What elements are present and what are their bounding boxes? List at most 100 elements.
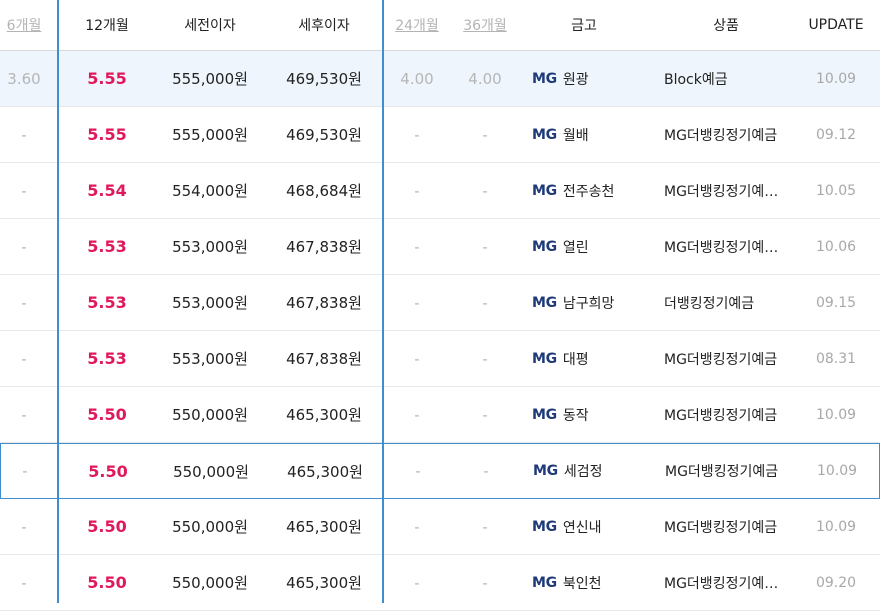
mg-logo-icon: MG — [532, 126, 557, 143]
bank-cell[interactable]: MG 원광 — [522, 51, 646, 106]
product-name[interactable]: MG더뱅킹정기예금 — [646, 331, 792, 386]
rate-24-months: - — [414, 125, 420, 144]
rate-24-months: 4.00 — [400, 69, 434, 88]
aftertax-interest: 465,300원 — [286, 574, 362, 592]
product-name[interactable]: MG더뱅킹정기예… — [646, 555, 792, 610]
rate-36-months: - — [482, 405, 488, 424]
aftertax-interest: 467,838원 — [286, 294, 362, 312]
mg-logo-icon: MG — [532, 518, 557, 535]
bank-name: 월배 — [562, 127, 589, 144]
mg-logo-icon: MG — [532, 294, 557, 311]
pretax-interest: 555,000원 — [172, 126, 248, 144]
bank-name: 열린 — [562, 239, 589, 256]
update-date: 09.20 — [815, 574, 857, 591]
rate-24-months: - — [414, 405, 420, 424]
table-row[interactable]: 3.60 5.55 555,000원 469,530원 4.00 4.00 MG 원광 Bloc… — [0, 51, 880, 107]
rate-36-months: - — [483, 462, 489, 480]
selected-column-left-border — [57, 0, 59, 603]
bank-cell[interactable]: MG 대평 — [522, 331, 646, 386]
bank-cell[interactable]: MG 월배 — [522, 107, 646, 162]
product-name[interactable]: MG더뱅킹정기예금 — [646, 499, 792, 554]
rate-36-months: - — [482, 125, 488, 144]
rate-12-months: 5.55 — [87, 125, 127, 144]
rate-24-months: - — [414, 293, 420, 312]
product-name[interactable]: MG더뱅킹정기예금 — [646, 387, 792, 442]
rate-12-months: 5.50 — [87, 405, 127, 424]
product-name[interactable]: MG더뱅킹정기예금 — [646, 107, 792, 162]
update-date: 09.12 — [815, 126, 857, 143]
bank-cell[interactable]: MG 북인천 — [522, 555, 646, 610]
bank-cell[interactable]: MG 연신내 — [522, 499, 646, 554]
bank-name: 북인천 — [562, 575, 602, 592]
table-row[interactable]: - 5.53 553,000원 467,838원 - - MG 열린 MG더뱅킹정기예… 10.0… — [0, 219, 880, 275]
header-6-months[interactable]: 6개월 — [0, 0, 48, 50]
bank-name: 대평 — [562, 351, 589, 368]
rate-12-months: 5.55 — [87, 69, 127, 88]
rate-6-months: - — [22, 462, 28, 480]
header-36-months[interactable]: 36개월 — [450, 0, 520, 50]
product-name[interactable]: MG더뱅킹정기예금 — [647, 444, 793, 498]
aftertax-interest: 465,300원 — [286, 406, 362, 424]
mg-logo-icon: MG — [532, 182, 557, 199]
header-12-months[interactable]: 12개월 — [59, 0, 155, 50]
aftertax-interest: 469,530원 — [286, 126, 362, 144]
update-date: 10.09 — [815, 70, 857, 87]
bank-cell[interactable]: MG 세검정 — [523, 444, 647, 498]
product-name[interactable]: MG더뱅킹정기예… — [646, 163, 792, 218]
bank-cell[interactable]: MG 남구희망 — [522, 275, 646, 330]
rate-6-months: - — [21, 573, 27, 592]
header-bank: 금고 — [571, 18, 597, 34]
header-24-months[interactable]: 24개월 — [384, 0, 450, 50]
table-row[interactable]: - 5.50 550,000원 465,300원 - - MG 연신내 MG더뱅킹정기예금 10.… — [0, 499, 880, 555]
rate-36-months: - — [482, 517, 488, 536]
bank-cell[interactable]: MG 열린 — [522, 219, 646, 274]
product-name[interactable]: 더뱅킹정기예금 — [646, 275, 792, 330]
table-row[interactable]: - 5.50 550,000원 465,300원 - - MG 세검정 MG더뱅킹정기예금 10.… — [0, 443, 880, 499]
product-name[interactable]: MG더뱅킹정기예… — [646, 219, 792, 274]
rate-36-months: - — [482, 181, 488, 200]
bank-cell[interactable]: MG 전주송천 — [522, 163, 646, 218]
mg-logo-icon: MG — [532, 70, 557, 87]
rate-24-months: - — [414, 237, 420, 256]
pretax-interest: 550,000원 — [172, 406, 248, 424]
bank-name: 남구희망 — [562, 295, 615, 312]
rate-12-months: 5.53 — [87, 349, 127, 368]
product-name[interactable]: Block예금 — [646, 51, 792, 106]
rate-24-months: - — [414, 573, 420, 592]
pretax-interest: 553,000원 — [172, 294, 248, 312]
aftertax-interest: 469,530원 — [286, 70, 362, 88]
pretax-interest: 553,000원 — [172, 238, 248, 256]
pretax-interest: 553,000원 — [172, 350, 248, 368]
rate-6-months: - — [21, 293, 27, 312]
table-row[interactable]: - 5.53 553,000원 467,838원 - - MG 대평 MG더뱅킹정기예금 08.3… — [0, 331, 880, 387]
rate-24-months: - — [414, 349, 420, 368]
table-row[interactable]: - 5.53 553,000원 467,838원 - - MG 남구희망 더뱅킹정기예금 09.1… — [0, 275, 880, 331]
bank-name: 동작 — [562, 407, 589, 424]
bank-name: 원광 — [562, 71, 589, 88]
rate-36-months: - — [482, 293, 488, 312]
rate-12-months: 5.53 — [87, 237, 127, 256]
rate-6-months: - — [21, 181, 27, 200]
rate-36-months: - — [482, 237, 488, 256]
table-row[interactable]: - 5.50 550,000원 465,300원 - - MG 동작 MG더뱅킹정기예금 10.0… — [0, 387, 880, 443]
update-date: 10.09 — [815, 518, 857, 535]
update-date: 10.06 — [815, 238, 857, 255]
rate-6-months: - — [21, 237, 27, 256]
mg-logo-icon: MG — [532, 238, 557, 255]
bank-cell[interactable]: MG 동작 — [522, 387, 646, 442]
header-update: UPDATE — [808, 17, 864, 33]
rate-36-months: - — [482, 349, 488, 368]
rate-12-months: 5.50 — [87, 573, 127, 592]
table-row[interactable]: - 5.55 555,000원 469,530원 - - MG 월배 MG더뱅킹정기예금 09.1… — [0, 107, 880, 163]
pretax-interest: 550,000원 — [172, 574, 248, 592]
rate-36-months: - — [482, 573, 488, 592]
mg-logo-icon: MG — [532, 350, 557, 367]
rate-12-months: 5.53 — [87, 293, 127, 312]
aftertax-interest: 465,300원 — [286, 518, 362, 536]
bank-name: 전주송천 — [562, 183, 615, 200]
mg-logo-icon: MG — [532, 406, 557, 423]
table-row[interactable]: - 5.54 554,000원 468,684원 - - MG 전주송천 MG더뱅킹정기예… 10… — [0, 163, 880, 219]
header-pretax-interest: 세전이자 — [184, 18, 236, 34]
update-date: 10.09 — [816, 463, 858, 479]
pretax-interest: 550,000원 — [172, 518, 248, 536]
